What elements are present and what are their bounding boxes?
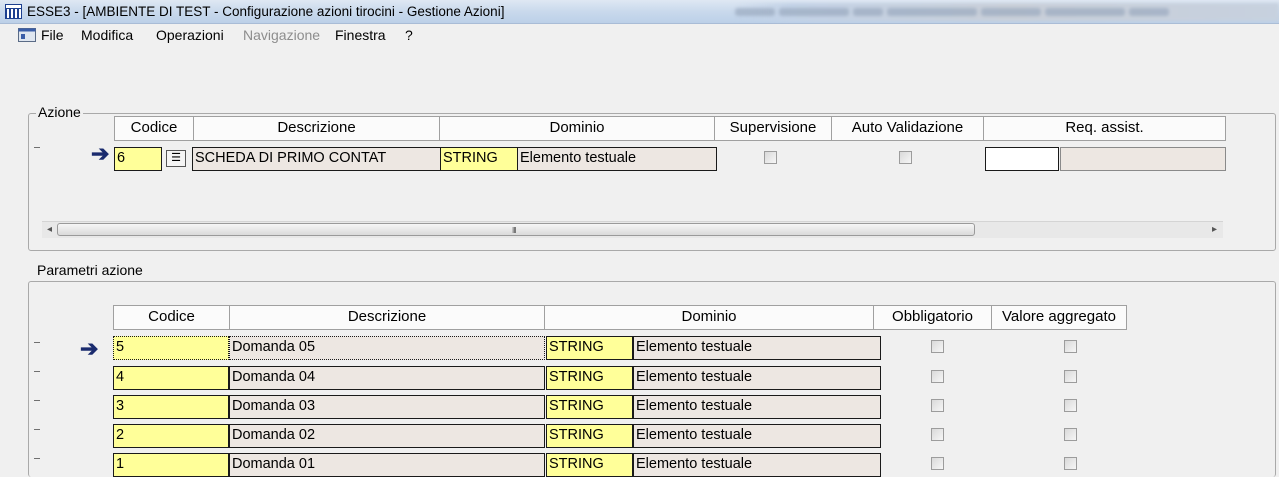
azione-col-dominio[interactable]: Dominio bbox=[439, 116, 715, 141]
current-row-arrow-icon: ➔ bbox=[80, 336, 99, 361]
azione-descrizione-field[interactable]: SCHEDA DI PRIMO CONTAT bbox=[192, 147, 441, 171]
parametri-dominio-desc-field: Elemento testuale bbox=[633, 395, 881, 419]
parametri-codice-field[interactable]: 4 bbox=[113, 366, 229, 390]
parametri-descrizione-field[interactable]: Domanda 05 bbox=[229, 336, 545, 360]
parametri-col-valore-aggregato[interactable]: Valore aggregato bbox=[991, 305, 1127, 330]
azione-col-auto-validazione[interactable]: Auto Validazione bbox=[831, 116, 984, 141]
menu-operazioni[interactable]: Operazioni bbox=[156, 27, 224, 43]
azione-req-assist-desc-field bbox=[1060, 147, 1226, 171]
parametri-dominio-desc-field: Elemento testuale bbox=[633, 366, 881, 390]
parametri-codice-field[interactable]: 2 bbox=[113, 424, 229, 448]
scroll-right-arrow-icon[interactable]: ▸ bbox=[1212, 224, 1217, 235]
parametri-col-descrizione[interactable]: Descrizione bbox=[229, 305, 545, 330]
azione-supervisione-checkbox[interactable] bbox=[764, 151, 777, 164]
azione-dominio-code-field[interactable]: STRING bbox=[440, 147, 518, 171]
parametri-dominio-desc-field: Elemento testuale bbox=[633, 424, 881, 448]
parametri-valore-aggregato-checkbox[interactable] bbox=[1064, 340, 1077, 353]
parametri-obbligatorio-checkbox[interactable] bbox=[931, 340, 944, 353]
parametri-dominio-desc-field: Elemento testuale bbox=[633, 336, 881, 360]
azione-group-label: Azione bbox=[36, 104, 83, 120]
lookup-list-button[interactable]: ☰ bbox=[166, 150, 186, 167]
azione-col-supervisione[interactable]: Supervisione bbox=[714, 116, 832, 141]
esse3-app-icon bbox=[5, 4, 22, 19]
parametri-valore-aggregato-checkbox[interactable] bbox=[1064, 370, 1077, 383]
scrollbar-thumb[interactable] bbox=[57, 223, 975, 236]
parametri-col-obbligatorio[interactable]: Obbligatorio bbox=[873, 305, 992, 330]
parametri-dominio-code-field[interactable]: STRING bbox=[546, 453, 633, 477]
azione-codice-field[interactable]: 6 bbox=[114, 147, 162, 171]
azione-req-assist-field[interactable] bbox=[985, 147, 1059, 171]
menu-file[interactable]: File bbox=[41, 27, 64, 43]
parametri-descrizione-field[interactable]: Domanda 04 bbox=[229, 366, 545, 390]
row-marker bbox=[34, 342, 40, 343]
azione-col-req-assist[interactable]: Req. assist. bbox=[983, 116, 1226, 141]
row-marker bbox=[34, 400, 40, 401]
parametri-group-label: Parametri azione bbox=[35, 262, 145, 278]
current-row-arrow-icon: ➔ bbox=[91, 141, 110, 166]
azione-auto-validazione-checkbox[interactable] bbox=[899, 151, 912, 164]
parametri-dominio-code-field[interactable]: STRING bbox=[546, 395, 633, 419]
parametri-codice-field[interactable]: 5 bbox=[113, 336, 229, 360]
parametri-col-codice[interactable]: Codice bbox=[113, 305, 230, 330]
parametri-valore-aggregato-checkbox[interactable] bbox=[1064, 399, 1077, 412]
menu-navigazione[interactable]: Navigazione bbox=[243, 27, 320, 43]
parametri-dominio-desc-field: Elemento testuale bbox=[633, 453, 881, 477]
menu-modifica[interactable]: Modifica bbox=[81, 27, 133, 43]
menu-help[interactable]: ? bbox=[405, 27, 413, 43]
azione-col-codice[interactable]: Codice bbox=[114, 116, 194, 141]
scrollbar-grip: III bbox=[512, 226, 517, 235]
row-marker bbox=[34, 429, 40, 430]
blurred-title-region bbox=[735, 3, 1279, 21]
row-marker bbox=[34, 147, 40, 148]
row-marker bbox=[34, 371, 40, 372]
row-marker bbox=[34, 458, 40, 459]
parametri-dominio-code-field[interactable]: STRING bbox=[546, 366, 633, 390]
parametri-dominio-code-field[interactable]: STRING bbox=[546, 336, 633, 360]
parametri-descrizione-field[interactable]: Domanda 02 bbox=[229, 424, 545, 448]
parametri-codice-field[interactable]: 3 bbox=[113, 395, 229, 419]
parametri-codice-field[interactable]: 1 bbox=[113, 453, 229, 477]
parametri-obbligatorio-checkbox[interactable] bbox=[931, 457, 944, 470]
parametri-valore-aggregato-checkbox[interactable] bbox=[1064, 428, 1077, 441]
parametri-valore-aggregato-checkbox[interactable] bbox=[1064, 457, 1077, 470]
parametri-col-dominio[interactable]: Dominio bbox=[544, 305, 874, 330]
mdi-child-window-icon[interactable] bbox=[18, 28, 36, 42]
parametri-obbligatorio-checkbox[interactable] bbox=[931, 370, 944, 383]
menu-finestra[interactable]: Finestra bbox=[335, 27, 386, 43]
window-title: ESSE3 - [AMBIENTE DI TEST - Configurazio… bbox=[27, 4, 505, 19]
parametri-dominio-code-field[interactable]: STRING bbox=[546, 424, 633, 448]
parametri-descrizione-field[interactable]: Domanda 01 bbox=[229, 453, 545, 477]
parametri-descrizione-field[interactable]: Domanda 03 bbox=[229, 395, 545, 419]
scroll-left-arrow-icon[interactable]: ◂ bbox=[47, 224, 52, 235]
azione-dominio-desc-field: Elemento testuale bbox=[517, 147, 717, 171]
parametri-obbligatorio-checkbox[interactable] bbox=[931, 428, 944, 441]
parametri-obbligatorio-checkbox[interactable] bbox=[931, 399, 944, 412]
azione-col-descrizione[interactable]: Descrizione bbox=[193, 116, 440, 141]
